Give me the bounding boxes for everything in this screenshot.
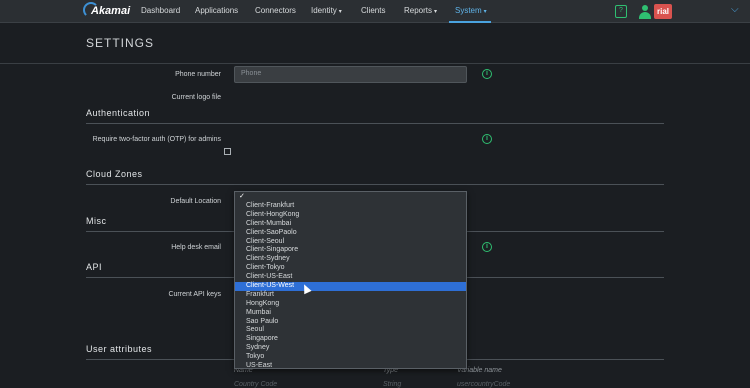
nav-reports[interactable]: Reports ▾: [404, 0, 437, 22]
attribute-type-cell: String: [383, 381, 402, 388]
dropdown-option[interactable]: Sao Paulo: [235, 318, 466, 327]
otp-checkbox[interactable]: [224, 148, 231, 155]
section-misc: Misc: [86, 216, 107, 226]
helpdesk-email-label: Help desk email: [171, 244, 221, 251]
dropdown-option[interactable]: Client-US-West: [235, 282, 466, 291]
user-icon-head: [642, 5, 648, 11]
trial-badge[interactable]: rial: [654, 4, 672, 19]
nav-system-label: System: [455, 6, 482, 15]
dropdown-option[interactable]: Client-HongKong: [235, 211, 466, 220]
section-divider: [86, 123, 664, 124]
section-api: API: [86, 262, 103, 272]
dropdown-option[interactable]: HongKong: [235, 300, 466, 309]
dropdown-option[interactable]: Frankfurt: [235, 291, 466, 300]
nav-reports-label: Reports: [404, 6, 433, 15]
nav-connectors[interactable]: Connectors: [255, 0, 296, 22]
caret-down-icon: ▾: [434, 9, 438, 15]
otp-label: Require two-factor auth (OTP) for admins: [92, 136, 221, 143]
dropdown-option[interactable]: Singapore: [235, 335, 466, 344]
nav-dashboard[interactable]: Dashboard: [141, 0, 180, 22]
nav-identity-label: Identity: [311, 6, 337, 15]
api-keys-label: Current API keys: [168, 291, 221, 298]
top-nav-bar: Akamai Dashboard Applications Connectors…: [0, 0, 750, 23]
section-user-attributes: User attributes: [86, 344, 153, 354]
header-divider: [0, 63, 750, 64]
attribute-variable-cell: usercountryCode: [457, 381, 511, 388]
caret-down-icon: ▾: [338, 9, 342, 15]
dropdown-option[interactable]: Client-Mumbai: [235, 220, 466, 229]
dropdown-option[interactable]: Client-Sydney: [235, 255, 466, 264]
nav-system[interactable]: System ▾: [455, 0, 487, 22]
phone-number-input[interactable]: Phone: [234, 66, 467, 83]
phone-number-label: Phone number: [175, 71, 221, 78]
dropdown-option[interactable]: Mumbai: [235, 309, 466, 318]
chevron-down-icon[interactable]: ⌵: [731, 4, 739, 15]
phone-placeholder: Phone: [241, 70, 262, 77]
dropdown-option[interactable]: Client-Singapore: [235, 246, 466, 255]
dropdown-option[interactable]: Tokyo: [235, 353, 466, 362]
dropdown-option[interactable]: Client-US-East: [235, 273, 466, 282]
nav-applications-label: Applications: [195, 6, 239, 15]
dropdown-option[interactable]: Client-Frankfurt: [235, 202, 466, 211]
current-logo-label: Current logo file: [171, 94, 221, 101]
info-icon[interactable]: i: [482, 134, 492, 144]
dropdown-options-list: Client-Frankfurt Client-HongKong Client-Mu…: [235, 202, 466, 368]
clipboard-icon[interactable]: ?: [615, 5, 627, 18]
dropdown-option[interactable]: Client-Tokyo: [235, 264, 466, 273]
dropdown-option[interactable]: Client-SaoPaolo: [235, 229, 466, 238]
default-location-dropdown[interactable]: ✓ Client-Frankfurt Client-HongKong Client-…: [234, 191, 467, 369]
dropdown-option[interactable]: Sydney: [235, 344, 466, 353]
nav-clients-label: Clients: [361, 6, 386, 15]
nav-applications[interactable]: Applications: [195, 0, 238, 22]
nav-identity[interactable]: Identity ▾: [311, 0, 342, 22]
dropdown-option[interactable]: Seoul: [235, 326, 466, 335]
section-cloud-zones: Cloud Zones: [86, 169, 143, 179]
checkmark-icon: ✓: [239, 193, 245, 200]
user-icon-body: [639, 12, 651, 19]
nav-dashboard-label: Dashboard: [141, 6, 181, 15]
dropdown-option[interactable]: Client-Seoul: [235, 238, 466, 247]
user-icon[interactable]: [639, 5, 651, 19]
logo-text: Akamai: [91, 5, 131, 17]
section-divider: [86, 184, 664, 185]
nav-clients[interactable]: Clients: [361, 0, 385, 22]
nav-connectors-label: Connectors: [255, 6, 296, 15]
page-title: SETTINGS: [86, 36, 155, 50]
info-icon[interactable]: i: [482, 69, 492, 79]
dropdown-option[interactable]: US-East: [235, 362, 466, 368]
akamai-logo[interactable]: Akamai: [83, 2, 131, 20]
active-nav-indicator: [449, 21, 491, 23]
caret-down-icon: ▾: [483, 9, 487, 15]
info-icon[interactable]: i: [482, 242, 492, 252]
section-authentication: Authentication: [86, 108, 151, 118]
attribute-name-cell: Country Code: [234, 381, 278, 388]
default-location-label: Default Location: [170, 198, 221, 205]
